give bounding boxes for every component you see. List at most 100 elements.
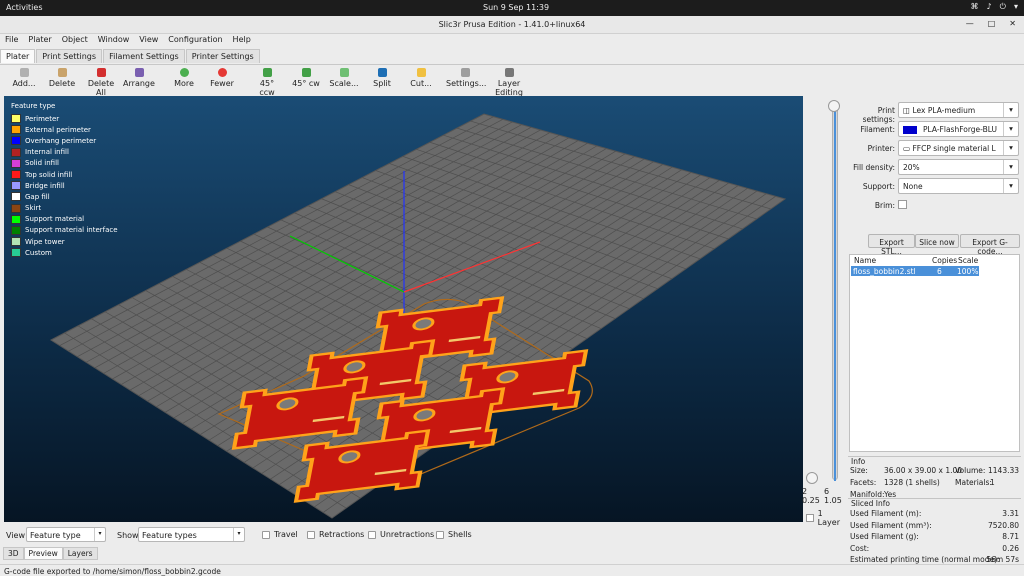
rotate-ccw-button[interactable]: 45° ccw [251,68,283,97]
legend-item: Bridge infill [11,180,118,191]
tab-printer-settings[interactable]: Printer Settings [185,49,260,63]
arrange-button[interactable]: Arrange [122,68,156,88]
more-button[interactable]: More [170,68,198,88]
tab-print-settings[interactable]: Print Settings [36,49,103,63]
legend-swatch [11,248,21,258]
tab-plater[interactable]: Plater [0,49,36,63]
legend-label: Support material interface [25,226,118,235]
legend-label: Gap fill [25,192,50,201]
column-header-copies[interactable]: Copies [932,256,957,265]
split-button[interactable]: Split [368,68,396,88]
retractions-checkbox[interactable]: Retractions [307,530,364,539]
menu-window[interactable]: Window [98,35,130,47]
status-bar: G-code file exported to /home/simon/flos… [0,564,1024,576]
object-scale: 100% [957,267,979,276]
layer-slider[interactable]: 2 6 0.25 1.05 1 Layer [802,100,846,527]
view-label: View [6,531,25,540]
sliced-info-label: Cost: [850,543,870,553]
clock[interactable]: Sun 9 Sep 11:39 [483,3,549,12]
fill-density-label: Fill density: [853,163,895,172]
shells-checkbox[interactable]: Shells [436,530,472,539]
tab-3d[interactable]: 3D [3,547,24,560]
menu-file[interactable]: File [5,35,18,47]
column-header-name[interactable]: Name [854,256,876,265]
minimize-icon[interactable]: — [966,19,974,28]
object-list[interactable]: Name Copies Scale floss_bobbin2.stl 6 10… [849,254,1020,452]
chevron-down-icon: ▾ [1003,122,1018,136]
legend-swatch [11,203,21,213]
system-tray[interactable]: ⌘ ♪ ⏻ ▾ [971,2,1018,12]
slider-max-height: 1.05 [824,496,842,505]
chevron-down-icon: ▾ [233,528,244,541]
legend-label: Skirt [25,204,42,213]
travel-checkbox[interactable]: Travel [262,530,298,539]
menu-help[interactable]: Help [233,35,251,47]
layer-editing-button[interactable]: Layer Editing [486,68,532,97]
export-gcode-button[interactable]: Export G-code... [960,234,1020,256]
tab-filament-settings[interactable]: Filament Settings [103,49,185,63]
menu-view[interactable]: View [139,35,158,47]
slider-min-height: 0.25 [802,496,820,505]
print-settings-row: Print settings: ◫ Lex PLA-medium ▾ [848,102,1021,124]
layer-editing-icon [504,68,514,77]
maximize-icon[interactable]: □ [988,19,996,28]
slider-top-handle[interactable] [828,100,840,112]
legend-label: Perimeter [25,114,60,123]
printer-row: Printer: ▭ FFCP single material L ▾ [848,140,1021,156]
table-row[interactable]: floss_bobbin2.stl 6 100% [851,266,979,276]
printer-select[interactable]: ▭ FFCP single material L ▾ [898,140,1019,156]
legend-item: Overhang perimeter [11,135,118,146]
slice-now-button[interactable]: Slice now [915,234,959,248]
legend-title: Feature type [11,102,56,110]
activities-button[interactable]: Activities [6,3,43,12]
support-select[interactable]: None ▾ [898,178,1019,194]
delete-button[interactable]: Delete [48,68,76,88]
slider-bottom-handle[interactable] [806,472,818,484]
slider-track[interactable] [832,104,838,481]
legend-label: Custom [25,248,52,257]
slider-min-layer: 2 [802,487,808,496]
add-button[interactable]: Add... [10,68,38,88]
power-icon: ⏻ [999,2,1006,11]
fewer-button[interactable]: Fewer [208,68,236,88]
column-header-scale[interactable]: Scale [958,256,978,265]
delete-all-icon [96,68,106,77]
filament-select[interactable]: PLA-FlashForge-BLU ▾ [898,121,1019,137]
tab-layers[interactable]: Layers [62,547,98,560]
close-icon[interactable]: ✕ [1009,19,1016,28]
fewer-icon [217,68,227,77]
legend-swatch [11,192,21,202]
menu-plater[interactable]: Plater [28,35,51,47]
sliced-info-title: Sliced Info [851,499,891,508]
scale-button[interactable]: Scale... [329,68,359,88]
menu-object[interactable]: Object [62,35,88,47]
cut-button[interactable]: Cut... [406,68,436,88]
info-materials: 1 [990,478,995,487]
settings-button[interactable]: Settings... [446,68,486,88]
one-layer-checkbox[interactable] [806,514,814,522]
menu-bar: File Plater Object Window View Configura… [0,35,1024,47]
legend-label: Internal infill [25,148,69,157]
legend-label: Overhang perimeter [25,136,97,145]
sliced-info-value: 8.71 [1002,532,1019,541]
legend-swatch [11,214,21,224]
unretractions-checkbox[interactable]: Unretractions [368,530,434,539]
preview-viewport[interactable]: Feature type Perimeter External perimeter… [4,96,803,522]
print-settings-select[interactable]: ◫ Lex PLA-medium ▾ [898,102,1019,118]
fill-density-row: Fill density: 20% ▾ [848,159,1021,175]
export-stl-button[interactable]: Export STL... [868,234,915,256]
split-icon [377,68,387,77]
view-select[interactable]: Feature type ▾ [26,527,106,542]
legend-item: Custom [11,247,118,258]
menu-configuration[interactable]: Configuration [168,35,222,47]
show-select[interactable]: Feature types ▾ [138,527,245,542]
fill-density-select[interactable]: 20% ▾ [898,159,1019,175]
slider-max-layer: 6 [824,487,830,496]
sliced-info-value: 56m 57s [986,555,1019,564]
brim-checkbox[interactable] [898,200,907,209]
right-panel: Print settings: ◫ Lex PLA-medium ▾ Filame… [848,100,1021,570]
tab-preview[interactable]: Preview [23,547,63,560]
volume-icon: ♪ [986,2,992,11]
rotate-cw-button[interactable]: 45° cw [290,68,322,88]
delete-all-button[interactable]: Delete All [82,68,120,97]
